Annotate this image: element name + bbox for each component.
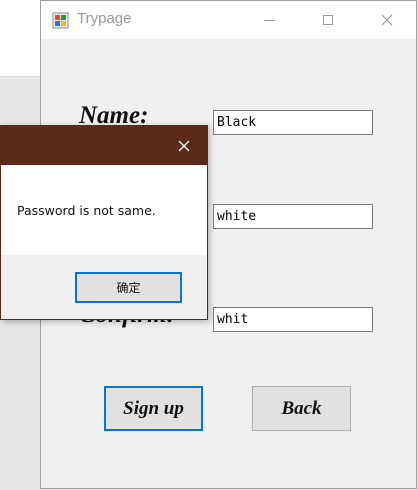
- dialog-close-button[interactable]: [161, 126, 207, 165]
- minimize-icon: [263, 19, 275, 21]
- window-title: Trypage: [77, 10, 132, 27]
- close-button[interactable]: [364, 1, 410, 39]
- maximize-button[interactable]: [305, 1, 351, 39]
- title-bar: Trypage: [41, 1, 416, 39]
- maximize-icon: [323, 15, 333, 25]
- app-icon: [52, 12, 69, 29]
- dialog-message: Password is not same.: [17, 203, 156, 218]
- name-input[interactable]: Black: [213, 110, 373, 135]
- back-button[interactable]: Back: [252, 386, 351, 431]
- password-input[interactable]: white: [213, 204, 373, 229]
- ok-button[interactable]: 确定: [75, 272, 182, 303]
- sign-up-button[interactable]: Sign up: [104, 386, 203, 431]
- message-box-dialog: Password is not same. 确定: [0, 125, 208, 320]
- background-window-strip: [0, 0, 41, 77]
- close-icon: [178, 140, 190, 151]
- confirm-input[interactable]: whit: [213, 307, 373, 332]
- close-icon: [381, 14, 393, 26]
- minimize-button[interactable]: [246, 1, 292, 39]
